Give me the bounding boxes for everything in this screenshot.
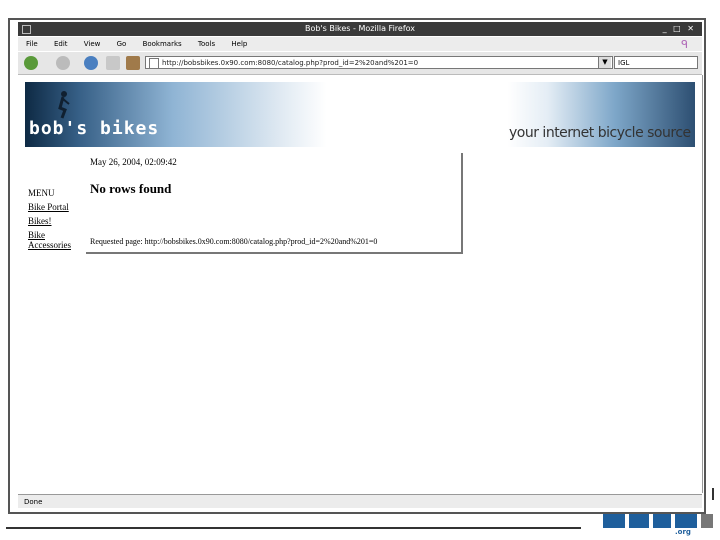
window-title: Bob's Bikes - Mozilla Firefox — [304, 24, 416, 33]
sidebar-menu: MENU Bike Portal Bikes! Bike Accessories — [28, 188, 76, 254]
menu-link-bike-accessories[interactable]: Bike Accessories — [28, 230, 76, 250]
window-titlebar: Bob's Bikes - Mozilla Firefox _ □ ✕ — [18, 22, 702, 36]
menu-edit[interactable]: Edit — [54, 40, 68, 48]
search-input[interactable]: IGL — [614, 56, 698, 69]
address-dropdown-button[interactable]: ▼ — [598, 57, 611, 68]
timestamp: May 26, 2004, 02:09:42 — [90, 157, 177, 167]
menu-link-bike-portal[interactable]: Bike Portal — [28, 202, 76, 212]
reload-icon[interactable] — [84, 56, 98, 70]
slide-edge-mark — [712, 488, 714, 500]
forward-icon[interactable] — [56, 56, 70, 70]
menu-tools[interactable]: Tools — [198, 40, 215, 48]
page-icon — [149, 58, 159, 68]
address-text: http://bobsbikes.0x90.com:8080/catalog.p… — [162, 59, 419, 67]
site-tagline: your internet bicycle source — [509, 125, 691, 141]
slide-divider — [6, 527, 581, 529]
menu-bar: File Edit View Go Bookmarks Tools Help ᑫ — [18, 37, 702, 51]
window-controls[interactable]: _ □ ✕ — [663, 22, 696, 36]
result-panel: May 26, 2004, 02:09:42 No rows found Req… — [86, 153, 463, 254]
menu-go[interactable]: Go — [117, 40, 127, 48]
throbber-icon: ᑫ — [681, 38, 688, 51]
site-banner: bob's bikes your internet bicycle source — [25, 82, 695, 147]
requested-page: Requested page: http://bobsbikes.0x90.co… — [90, 237, 378, 246]
menu-view[interactable]: View — [84, 40, 101, 48]
address-bar[interactable]: http://bobsbikes.0x90.com:8080/catalog.p… — [145, 56, 613, 69]
status-bar: Done — [18, 494, 702, 508]
back-icon[interactable] — [24, 56, 38, 70]
0x90-logo: .org — [603, 514, 715, 536]
home-icon[interactable] — [126, 56, 140, 70]
menu-file[interactable]: File — [26, 40, 38, 48]
stop-icon[interactable] — [106, 56, 120, 70]
menu-help[interactable]: Help — [231, 40, 247, 48]
status-text: Done — [24, 498, 43, 506]
menu-bookmarks[interactable]: Bookmarks — [143, 40, 182, 48]
search-value: IGL — [618, 59, 630, 67]
window-menu-icon[interactable] — [22, 25, 31, 34]
cyclist-icon — [58, 91, 70, 119]
result-message: No rows found — [90, 181, 172, 196]
site-logo: bob's bikes — [29, 118, 160, 139]
menu-link-bikes[interactable]: Bikes! — [28, 216, 76, 226]
menu-heading: MENU — [28, 188, 55, 198]
